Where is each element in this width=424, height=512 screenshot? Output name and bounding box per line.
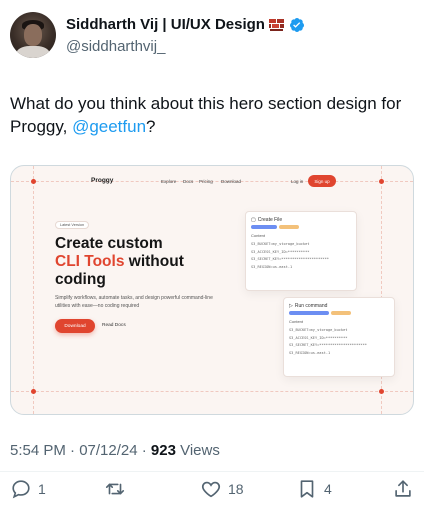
hero-read-docs-link: Read Docs: [102, 323, 126, 328]
tweet-text: What do you think about this hero sectio…: [10, 92, 418, 138]
code-line: S3_SECRET_KEY=**********************: [289, 343, 367, 347]
like-count: 18: [228, 481, 244, 497]
verified-badge-icon: [289, 17, 305, 33]
heart-icon: [201, 481, 221, 498]
bookmark-count: 4: [324, 481, 332, 497]
code-line: S3_REGION=us-east-1: [289, 350, 331, 355]
divider: [0, 471, 424, 472]
nav-docs: Docs: [183, 179, 194, 184]
author-name-row[interactable]: Siddharth Vij | UI/UX Design: [66, 16, 305, 33]
card1-chips: [251, 225, 351, 229]
create-file-card: ▢ Create File Content S3_BUCKET=my_stora…: [245, 211, 357, 291]
proggy-logo: Proggy: [91, 177, 114, 184]
nav-explore: Explore: [161, 179, 177, 184]
share-icon: [395, 480, 411, 497]
play-icon: ▷: [289, 303, 293, 309]
headline-line1: Create custom: [55, 235, 163, 252]
code-line: S3_BUCKET=my_storage_bucket: [251, 242, 310, 246]
card2-content-label: Content: [289, 319, 304, 324]
nav-signup-button: Sign up: [308, 175, 336, 187]
views-count: 923: [150, 442, 176, 459]
tweet-timestamp[interactable]: 5:54 PM · 07/12/24 ·: [10, 442, 151, 459]
code-line: S3_SECRET_KEY=**********************: [251, 257, 329, 261]
code-line: S3_BUCKET=my_storage_bucket: [289, 328, 348, 332]
code-line: S3_ACCESS_KEY_ID=**********: [251, 249, 310, 254]
brick-emoji-icon: [268, 18, 285, 32]
repost-icon: [105, 483, 125, 495]
tweet-media-image[interactable]: Proggy Explore Docs Pricing Download Log…: [10, 165, 414, 415]
share-button[interactable]: [392, 478, 414, 500]
reply-count: 1: [38, 481, 46, 497]
like-button[interactable]: 18: [200, 478, 244, 500]
nav-pricing: Pricing: [199, 179, 213, 184]
tweet-actions: 1 18 4: [0, 476, 424, 502]
author-name[interactable]: Siddharth Vij | UI/UX Design: [66, 16, 265, 33]
card2-code: S3_BUCKET=my_storage_bucket S3_ACCESS_KE…: [289, 327, 389, 357]
headline-rest: without: [124, 253, 184, 270]
nav-login: Log in: [291, 179, 304, 184]
card1-code: S3_BUCKET=my_storage_bucket S3_ACCESS_KE…: [251, 241, 351, 271]
code-line: S3_ACCESS_KEY_ID=**********: [289, 335, 348, 340]
reply-button[interactable]: 1: [10, 478, 46, 500]
tweet-text-end: ?: [146, 117, 156, 136]
create-file-title: ▢ Create File: [251, 217, 351, 223]
mention-link[interactable]: @geetfun: [72, 117, 146, 136]
avatar[interactable]: [10, 12, 56, 58]
nav-download: Download: [221, 179, 242, 184]
headline-line3: coding: [55, 271, 106, 288]
card2-chips: [289, 311, 389, 315]
card1-title-text: Create File: [257, 217, 283, 223]
headline-accent: CLI Tools: [55, 253, 125, 270]
card1-content-label: Content: [251, 233, 266, 238]
reply-icon: [12, 480, 30, 499]
bookmark-icon: [300, 480, 314, 498]
tweet-meta: 5:54 PM · 07/12/24 · 923 Views: [10, 442, 220, 459]
run-command-title: ▷ Run command: [289, 303, 389, 309]
author-handle[interactable]: @siddharthvij_: [66, 38, 165, 55]
views-label: Views: [175, 442, 220, 459]
hero-headline: Create custom CLI Tools without coding: [55, 235, 235, 289]
tweet-text-body: What do you think about this hero sectio…: [10, 94, 402, 136]
card2-title-text: Run command: [294, 303, 328, 309]
repost-button[interactable]: [104, 478, 132, 500]
latest-version-badge: Latest Version: [55, 221, 90, 229]
hero-download-button: Download: [55, 319, 95, 333]
hero-subtext: Simplify workflows, automate tasks, and …: [55, 295, 213, 309]
code-line: S3_REGION=us-east-1: [251, 264, 293, 269]
file-icon: ▢: [251, 217, 256, 223]
bookmark-button[interactable]: 4: [296, 478, 332, 500]
run-command-card: ▷ Run command Content S3_BUCKET=my_stora…: [283, 297, 395, 377]
